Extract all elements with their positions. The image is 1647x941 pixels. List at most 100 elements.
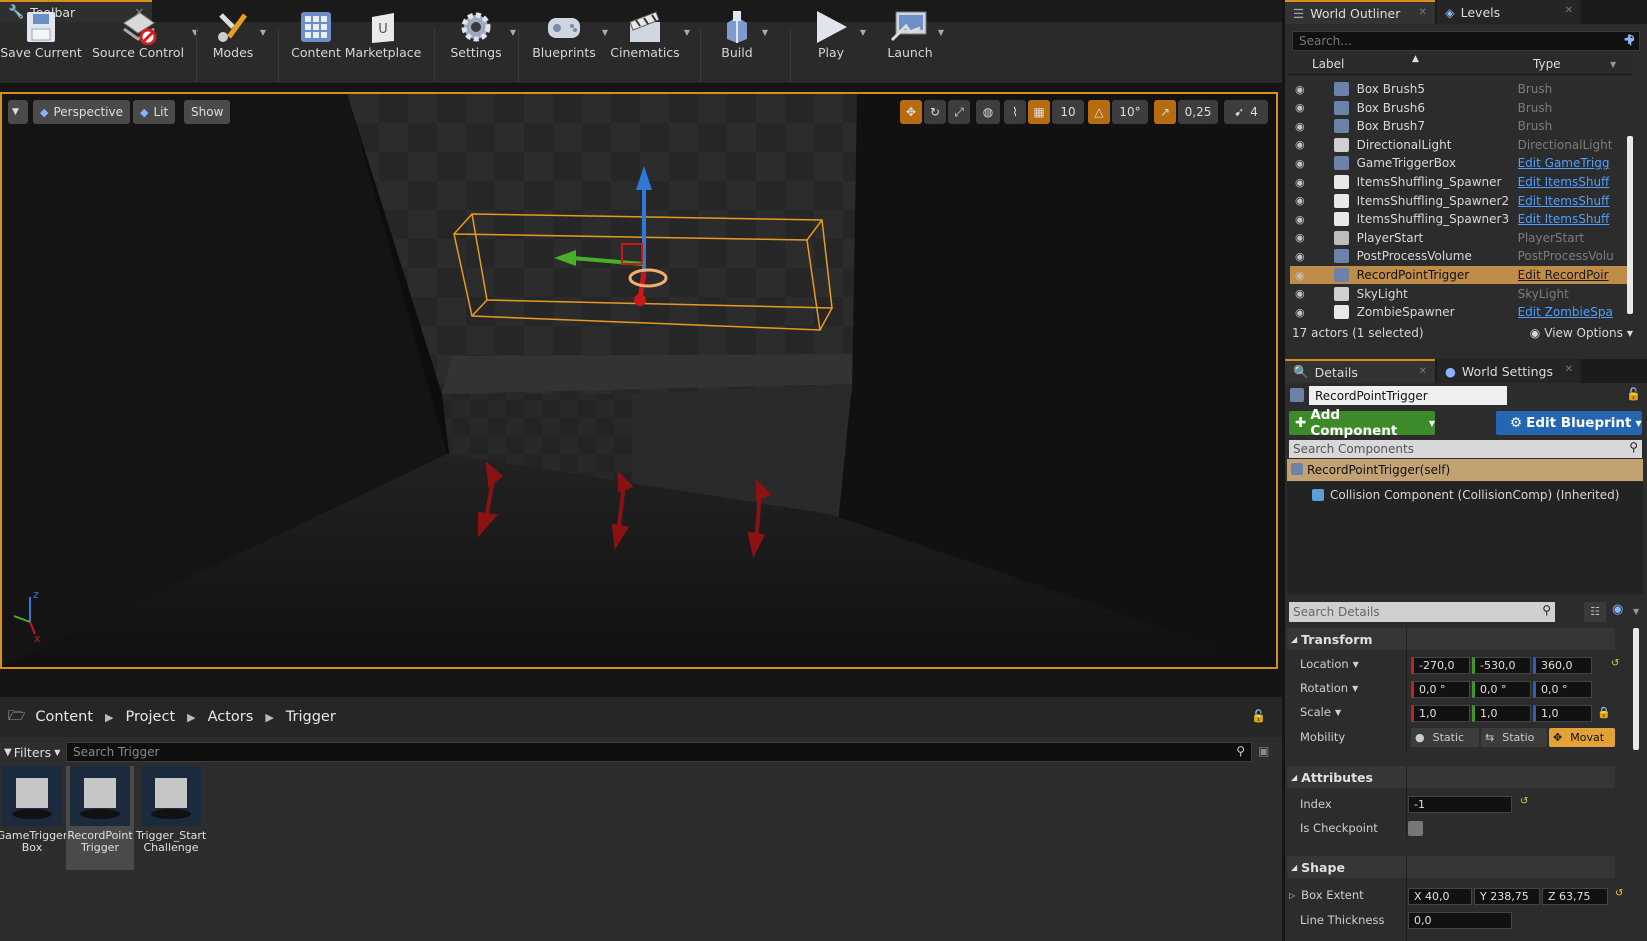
rotation-snap-icon[interactable]: △ — [1088, 100, 1110, 124]
close-icon[interactable]: ✕ — [1565, 5, 1573, 16]
visibility-eye-icon[interactable]: ◉ — [1295, 120, 1308, 133]
scale-snap-value[interactable]: 0,25 — [1178, 100, 1218, 124]
chevron-down-icon[interactable]: ▼ — [1610, 60, 1616, 69]
location-y-field[interactable]: -530,0 — [1472, 657, 1531, 674]
component-child-row[interactable]: Collision Component (CollisionComp) (Inh… — [1312, 486, 1642, 504]
visibility-eye-icon[interactable]: ◉ — [1295, 213, 1308, 226]
reset-to-default-icon[interactable]: ↺ — [1611, 658, 1619, 669]
chevron-down-icon[interactable]: ▼ — [192, 28, 198, 37]
chevron-down-icon[interactable]: ▼ — [762, 28, 768, 37]
property-matrix-icon[interactable]: ☷ — [1584, 602, 1606, 622]
lock-icon[interactable]: 🔒 — [1597, 706, 1611, 719]
outliner-row[interactable]: ◉ RecordPointTrigger Edit RecordPoir — [1290, 266, 1628, 284]
box-extent-y-field[interactable]: Y 238,75 — [1474, 888, 1540, 905]
scale-y-field[interactable]: 1,0 — [1472, 705, 1531, 722]
lit-button[interactable]: ◆ Lit — [133, 100, 176, 124]
index-field[interactable]: -1 — [1408, 796, 1512, 813]
tab-world-settings[interactable]: ● World Settings ✕ — [1437, 359, 1581, 383]
source-control-button[interactable]: Source Control ▼ — [88, 4, 198, 60]
outliner-row[interactable]: ◉ PlayerStart PlayerStart — [1290, 229, 1628, 247]
rotation-snap-value[interactable]: 10° — [1112, 100, 1148, 124]
outliner-row[interactable]: ◉ ItemsShuffling_Spawner2 Edit ItemsShuff — [1290, 192, 1628, 210]
mobility-stationary-toggle[interactable]: ⇆ Statio — [1481, 728, 1547, 747]
component-search-input[interactable]: Search Components ⚲ — [1289, 440, 1642, 458]
edit-blueprint-link[interactable]: Edit ItemsShuff — [1518, 194, 1628, 208]
scale-z-field[interactable]: 1,0 — [1533, 705, 1592, 722]
close-icon[interactable]: ✕ — [1565, 364, 1573, 375]
asset-tile-selected[interactable]: RecordPoint Trigger — [66, 766, 134, 870]
location-z-field[interactable]: 360,0 — [1533, 657, 1592, 674]
close-icon[interactable]: ✕ — [1419, 366, 1427, 377]
chevron-down-icon[interactable]: ▼ — [938, 28, 944, 37]
launch-button[interactable]: Launch ▼ — [886, 4, 944, 60]
edit-blueprint-link[interactable]: Edit ZombieSpa — [1518, 305, 1628, 319]
outliner-row[interactable]: ◉ DirectionalLight DirectionalLight — [1290, 136, 1628, 154]
chevron-down-icon[interactable]: ▼ — [860, 28, 866, 37]
tab-levels[interactable]: ◈ Levels ✕ — [1437, 0, 1581, 24]
visibility-eye-icon[interactable]: ◉ — [1295, 231, 1308, 244]
marketplace-button[interactable]: U Marketplace — [345, 4, 421, 60]
grid-snap-icon[interactable]: ▦ — [1028, 100, 1050, 124]
outliner-row[interactable]: ◉ Box Brush5 Brush — [1290, 80, 1628, 98]
actor-name-input[interactable]: RecordPointTrigger — [1309, 386, 1507, 405]
outliner-row[interactable]: ◉ GameTriggerBox Edit GameTrigg — [1290, 154, 1628, 172]
lock-icon[interactable]: 🔓 — [1251, 709, 1266, 723]
rotate-mode-icon[interactable]: ↻ — [924, 100, 946, 124]
reset-to-default-icon[interactable]: ↺ — [1520, 796, 1528, 807]
content-button[interactable]: Content — [290, 4, 342, 60]
search-icon[interactable]: ⚲ — [1236, 744, 1245, 758]
viewport-scene[interactable]: z x — [2, 94, 1276, 667]
chevron-right-icon[interactable]: ▶ — [187, 711, 195, 724]
cinematics-button[interactable]: Cinematics ▼ — [610, 4, 690, 60]
visibility-eye-icon[interactable]: ◉ — [1295, 306, 1308, 319]
content-search-input[interactable]: Search Trigger ⚲ — [66, 742, 1252, 762]
rotation-x-field[interactable]: 0,0 ° — [1411, 681, 1470, 698]
modes-button[interactable]: Modes ▼ — [210, 4, 266, 60]
outliner-scrollbar[interactable] — [1627, 136, 1633, 314]
column-label-header[interactable]: Label — [1312, 57, 1344, 71]
visibility-eye-icon[interactable]: ◉ — [1295, 157, 1308, 170]
details-search-input[interactable]: Search Details ⚲ — [1289, 602, 1555, 622]
search-icon[interactable]: ⚲ — [1629, 440, 1638, 454]
column-type-header[interactable]: Type — [1533, 57, 1561, 71]
level-viewport[interactable]: z x ▼ ◆ Perspective ◆ Lit Show ✥ ↻ ⤢ ◍ ⌇ ▦… — [0, 92, 1278, 669]
outliner-row[interactable]: ◉ ZombieSpawner Edit ZombieSpa — [1290, 303, 1628, 321]
rotation-label[interactable]: Rotation ▼ — [1300, 679, 1358, 697]
save-current-button[interactable]: Save Current — [0, 4, 82, 60]
visibility-eye-icon[interactable]: ◉ — [1295, 269, 1308, 282]
edit-blueprint-button[interactable]: ⚙ Edit Blueprint ▼ — [1496, 411, 1642, 435]
scale-mode-icon[interactable]: ⤢ — [948, 100, 970, 124]
blueprints-button[interactable]: Blueprints ▼ — [530, 4, 608, 60]
component-self-row[interactable]: RecordPointTrigger(self) — [1287, 459, 1643, 481]
search-icon[interactable]: ⚲ — [1542, 603, 1551, 617]
visibility-eye-icon[interactable]: ◉ — [1295, 194, 1308, 207]
outliner-row[interactable]: ◉ SkyLight SkyLight — [1290, 285, 1628, 303]
box-extent-x-field[interactable]: X 40,0 — [1408, 888, 1472, 905]
breadcrumb-content[interactable]: Content — [35, 709, 93, 725]
outliner-row[interactable]: ◉ ItemsShuffling_Spawner3 Edit ItemsShuff — [1290, 210, 1628, 228]
visibility-eye-icon[interactable]: ◉ — [1295, 287, 1308, 300]
play-button[interactable]: Play ▼ — [806, 4, 866, 60]
asset-tile[interactable]: GameTrigger Box — [0, 766, 67, 870]
breadcrumb-project[interactable]: Project — [126, 709, 176, 725]
save-search-icon[interactable]: ▣ — [1258, 744, 1269, 758]
visibility-eye-icon[interactable]: ◉ — [1295, 250, 1308, 263]
outliner-row[interactable]: ◉ Box Brush6 Brush — [1290, 99, 1628, 117]
mobility-movable-toggle[interactable]: ✥ Movat — [1549, 728, 1615, 747]
box-extent-z-field[interactable]: Z 63,75 — [1542, 888, 1608, 905]
scale-x-field[interactable]: 1,0 — [1411, 705, 1470, 722]
lock-icon[interactable]: 🔓 — [1626, 387, 1641, 401]
breadcrumb-trigger[interactable]: Trigger — [286, 709, 336, 725]
settings-button[interactable]: Settings ▼ — [446, 4, 516, 60]
details-scrollbar[interactable] — [1633, 628, 1639, 750]
chevron-down-icon[interactable]: ▼ — [260, 28, 266, 37]
outliner-row[interactable]: ◉ Box Brush7 Brush — [1290, 117, 1628, 135]
chevron-right-icon[interactable]: ▶ — [105, 711, 113, 724]
mobility-static-toggle[interactable]: ● Static — [1411, 728, 1479, 747]
scale-label[interactable]: Scale ▼ — [1300, 703, 1341, 721]
reset-to-default-icon[interactable]: ↺ — [1615, 888, 1623, 899]
visibility-eye-icon[interactable]: ◉ — [1295, 101, 1308, 114]
chevron-down-icon[interactable]: ▼ — [510, 28, 516, 37]
transform-category[interactable]: ◢ Transform — [1287, 628, 1615, 650]
rotation-z-field[interactable]: 0,0 ° — [1533, 681, 1592, 698]
